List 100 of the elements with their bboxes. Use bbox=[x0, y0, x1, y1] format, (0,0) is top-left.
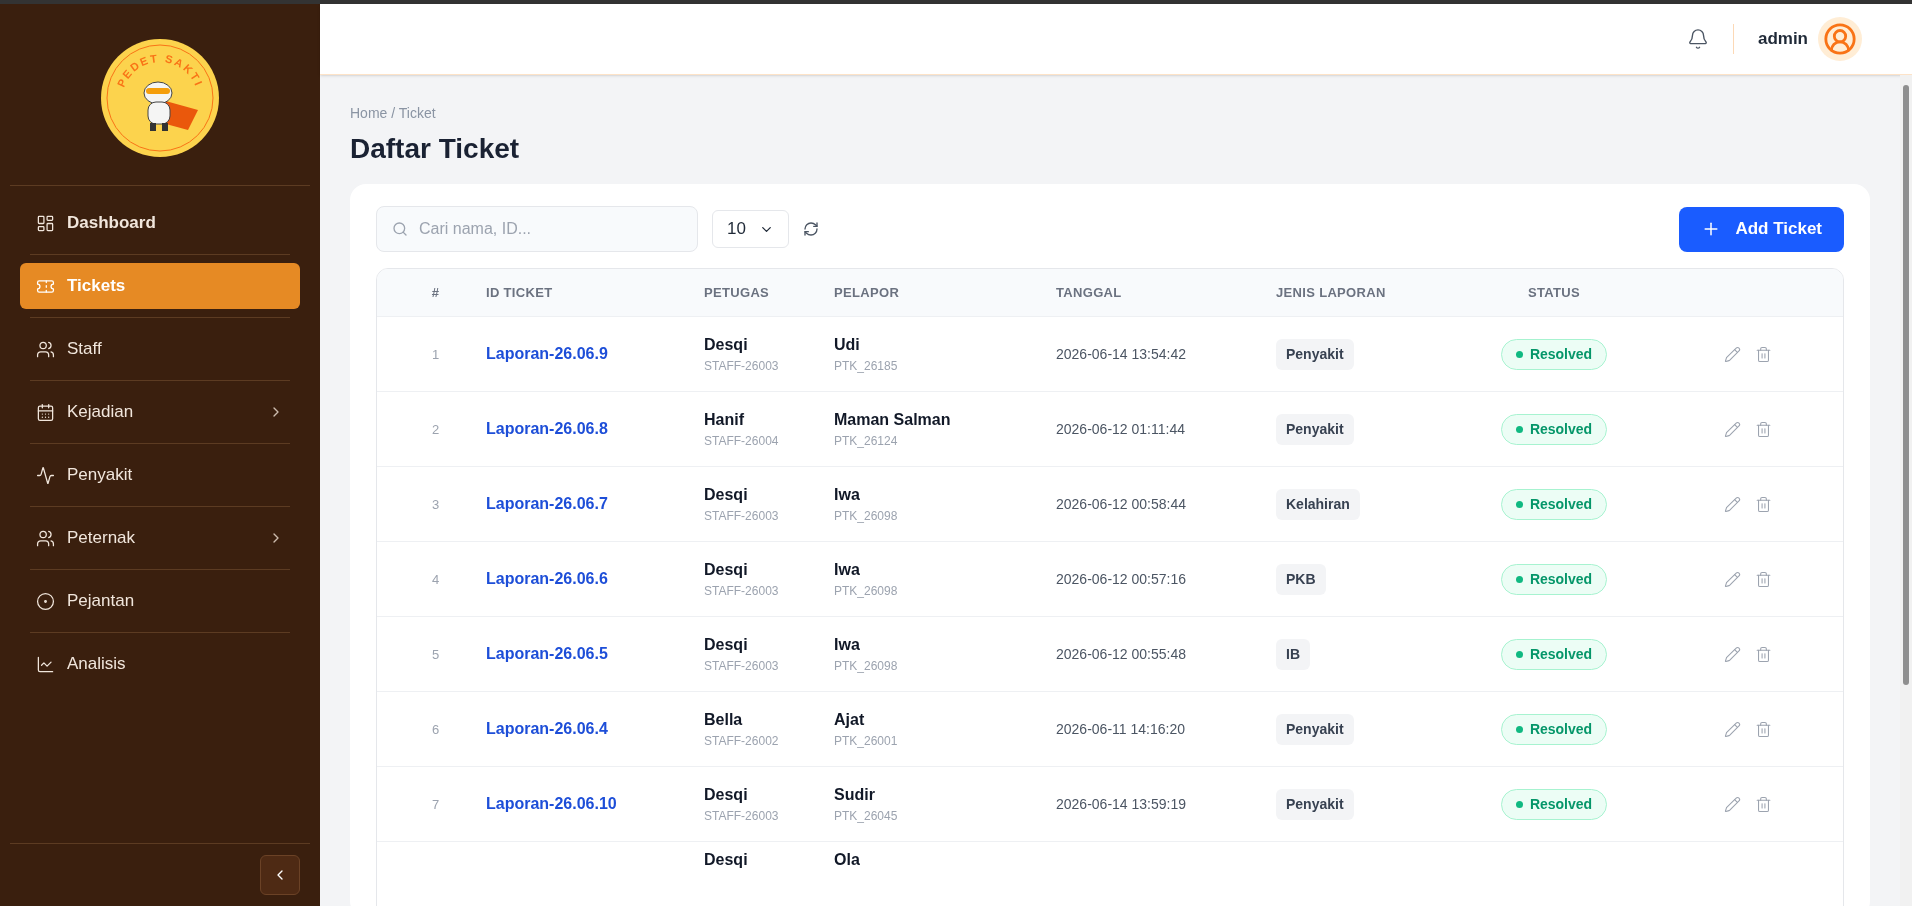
row-number: 7 bbox=[431, 796, 440, 812]
status-badge: Resolved bbox=[1500, 488, 1608, 520]
staff-name: Desqi bbox=[704, 785, 749, 805]
column-header: TANGGAL bbox=[1056, 284, 1122, 300]
line-chart-icon bbox=[36, 654, 55, 674]
report-type-tag: Kelahiran bbox=[1276, 488, 1360, 520]
reporter-id: PTK_26124 bbox=[834, 433, 899, 450]
delete-icon[interactable] bbox=[1755, 720, 1772, 738]
reporter-id: PTK_26098 bbox=[834, 583, 899, 600]
report-type-tag: Penyakit bbox=[1276, 413, 1354, 445]
page-size-select[interactable]: 10 bbox=[712, 210, 789, 248]
edit-icon[interactable] bbox=[1724, 645, 1741, 663]
edit-icon[interactable] bbox=[1724, 345, 1741, 363]
ticket-id-link[interactable]: Laporan-26.06.6 bbox=[486, 570, 608, 587]
reporter-id: PTK_26045 bbox=[834, 808, 899, 825]
sidebar-nav-item[interactable]: Pejantan bbox=[20, 578, 300, 624]
date-text: 2026-06-12 00:57:16 bbox=[1056, 570, 1186, 587]
ticket-id-link[interactable]: Laporan-26.06.10 bbox=[486, 795, 617, 812]
staff-id: STAFF-26003 bbox=[704, 808, 780, 825]
staff-name: Desqi bbox=[704, 485, 749, 505]
users-icon bbox=[36, 528, 55, 548]
staff-id: STAFF-26003 bbox=[704, 508, 780, 525]
sidebar-nav-item[interactable]: Dashboard bbox=[20, 200, 300, 246]
date-text: 2026-06-12 00:55:48 bbox=[1056, 645, 1186, 662]
column-header: PETUGAS bbox=[704, 284, 770, 300]
sidebar-nav-item[interactable]: Staff bbox=[20, 326, 300, 372]
date-text: 2026-06-14 13:54:42 bbox=[1056, 345, 1186, 362]
delete-icon[interactable] bbox=[1755, 645, 1772, 663]
delete-icon[interactable] bbox=[1755, 795, 1772, 813]
edit-icon[interactable] bbox=[1724, 795, 1741, 813]
search-field[interactable]: Cari nama, ID... bbox=[376, 206, 698, 252]
edit-icon[interactable] bbox=[1724, 420, 1741, 438]
column-header: STATUS bbox=[1528, 284, 1580, 300]
ticket-id-link[interactable]: Laporan-26.06.9 bbox=[486, 345, 608, 362]
reporter-id: PTK_26098 bbox=[834, 658, 899, 675]
collapse-sidebar-button[interactable] bbox=[260, 855, 300, 895]
add-ticket-button[interactable]: Add Ticket bbox=[1679, 206, 1844, 252]
refresh-icon[interactable] bbox=[803, 221, 819, 237]
ticket-id-link[interactable]: Laporan-26.06.4 bbox=[486, 720, 608, 737]
staff-name: Desqi bbox=[704, 560, 749, 580]
circle-dot-icon bbox=[36, 591, 55, 611]
reporter-name: Maman Salman bbox=[834, 410, 952, 430]
delete-icon[interactable] bbox=[1755, 570, 1772, 588]
date-text: 2026-06-11 14:16:20 bbox=[1056, 720, 1185, 737]
staff-id: STAFF-26003 bbox=[704, 583, 780, 600]
date-text: 2026-06-12 00:58:44 bbox=[1056, 495, 1186, 512]
report-type-tag: Penyakit bbox=[1276, 338, 1354, 370]
reporter-name: Iwa bbox=[834, 485, 861, 505]
dashboard-icon bbox=[36, 213, 55, 233]
report-type-tag: Penyakit bbox=[1276, 713, 1354, 745]
date-text: 2026-06-14 13:59:19 bbox=[1056, 795, 1186, 812]
delete-icon[interactable] bbox=[1755, 345, 1772, 363]
staff-name: Hanif bbox=[704, 410, 745, 430]
user-icon bbox=[1823, 22, 1857, 56]
reporter-name: Iwa bbox=[834, 635, 861, 655]
sidebar-nav-item[interactable]: Analisis bbox=[20, 641, 300, 687]
search-icon bbox=[392, 221, 408, 237]
calendar-icon bbox=[36, 402, 55, 422]
status-badge: Resolved bbox=[1500, 563, 1608, 595]
row-number: 2 bbox=[431, 421, 440, 437]
reporter-name: Iwa bbox=[834, 560, 861, 580]
staff-id: STAFF-26003 bbox=[704, 658, 780, 675]
user-avatar[interactable] bbox=[1818, 17, 1862, 61]
status-badge: Resolved bbox=[1500, 338, 1608, 370]
staff-id: STAFF-26004 bbox=[704, 433, 780, 450]
users-icon bbox=[36, 339, 55, 359]
edit-icon[interactable] bbox=[1724, 495, 1741, 513]
staff-id: STAFF-26003 bbox=[704, 358, 780, 375]
reporter-id: PTK_26098 bbox=[834, 508, 899, 525]
status-badge: Resolved bbox=[1500, 788, 1608, 820]
ticket-id-link[interactable]: Laporan-26.06.8 bbox=[486, 420, 608, 437]
notification-bell-icon[interactable] bbox=[1686, 28, 1709, 50]
column-header: PELAPOR bbox=[834, 284, 900, 300]
row-number: 3 bbox=[431, 496, 440, 512]
reporter-name: Udi bbox=[834, 335, 861, 355]
ticket-id-link[interactable]: Laporan-26.06.7 bbox=[486, 495, 608, 512]
ticket-id-link[interactable]: Laporan-26.06.5 bbox=[486, 645, 608, 662]
report-type-tag: IB bbox=[1276, 638, 1310, 670]
staff-name: Desqi bbox=[704, 335, 749, 355]
delete-icon[interactable] bbox=[1755, 420, 1772, 438]
edit-icon[interactable] bbox=[1724, 720, 1741, 738]
delete-icon[interactable] bbox=[1755, 495, 1772, 513]
sidebar-nav-item[interactable]: Peternak bbox=[20, 515, 300, 561]
staff-name: Desqi bbox=[704, 850, 749, 870]
report-type-tag: PKB bbox=[1276, 563, 1326, 595]
status-badge: Resolved bbox=[1500, 638, 1608, 670]
sidebar-nav-item[interactable]: Penyakit bbox=[20, 452, 300, 498]
column-header: # bbox=[431, 284, 440, 300]
reporter-id: PTK_26185 bbox=[834, 358, 899, 375]
row-number: 4 bbox=[431, 571, 440, 587]
date-text: 2026-06-12 01:11:44 bbox=[1056, 420, 1185, 437]
column-header: ID TICKET bbox=[486, 284, 553, 300]
staff-name: Bella bbox=[704, 710, 744, 730]
edit-icon[interactable] bbox=[1724, 570, 1741, 588]
staff-name: Desqi bbox=[704, 635, 749, 655]
sidebar-nav-item[interactable]: Kejadian bbox=[20, 389, 300, 435]
reporter-name: Sudir bbox=[834, 785, 876, 805]
pulse-icon bbox=[36, 465, 55, 485]
reporter-name: Ola bbox=[834, 850, 861, 870]
row-number: 1 bbox=[431, 346, 440, 362]
